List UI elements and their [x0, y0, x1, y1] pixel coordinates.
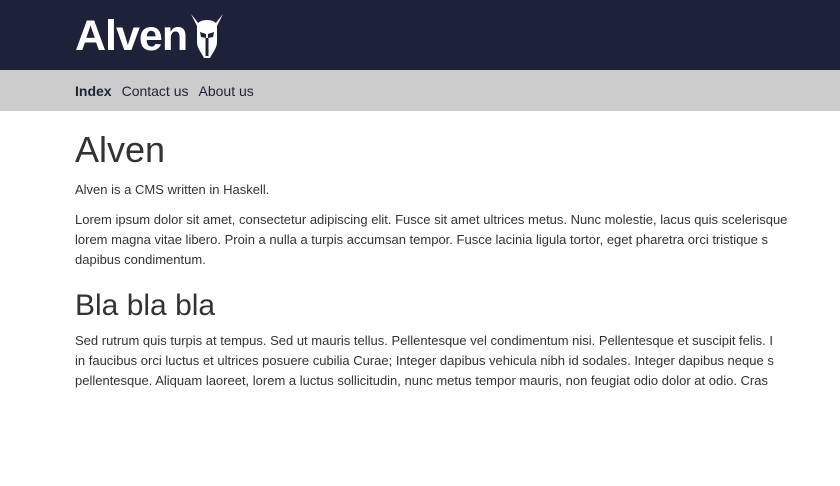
- section-title: Bla bla bla: [75, 289, 216, 322]
- nav-item-contact[interactable]: Contact us: [122, 83, 189, 99]
- site-logo[interactable]: Alven: [75, 11, 225, 65]
- lorem-paragraph: Lorem ipsum dolor sit amet, consectetur …: [75, 212, 788, 267]
- main-nav: Index Contact us About us: [0, 70, 840, 111]
- site-header: Alven: [0, 0, 840, 70]
- page-title: Alven: [75, 129, 166, 170]
- nav-item-about[interactable]: About us: [199, 83, 254, 99]
- spartan-helmet-icon: [189, 12, 225, 65]
- nav-list: Index Contact us About us: [75, 70, 264, 111]
- logo-text: Alven: [75, 12, 188, 60]
- section-paragraph: Sed rutrum quis turpis at tempus. Sed ut…: [75, 333, 774, 388]
- nav-item-index[interactable]: Index: [75, 83, 112, 99]
- main-content: Alven Alven is a CMS written in Haskell.…: [75, 111, 840, 401]
- intro-paragraph: Alven is a CMS written in Haskell.: [75, 182, 270, 197]
